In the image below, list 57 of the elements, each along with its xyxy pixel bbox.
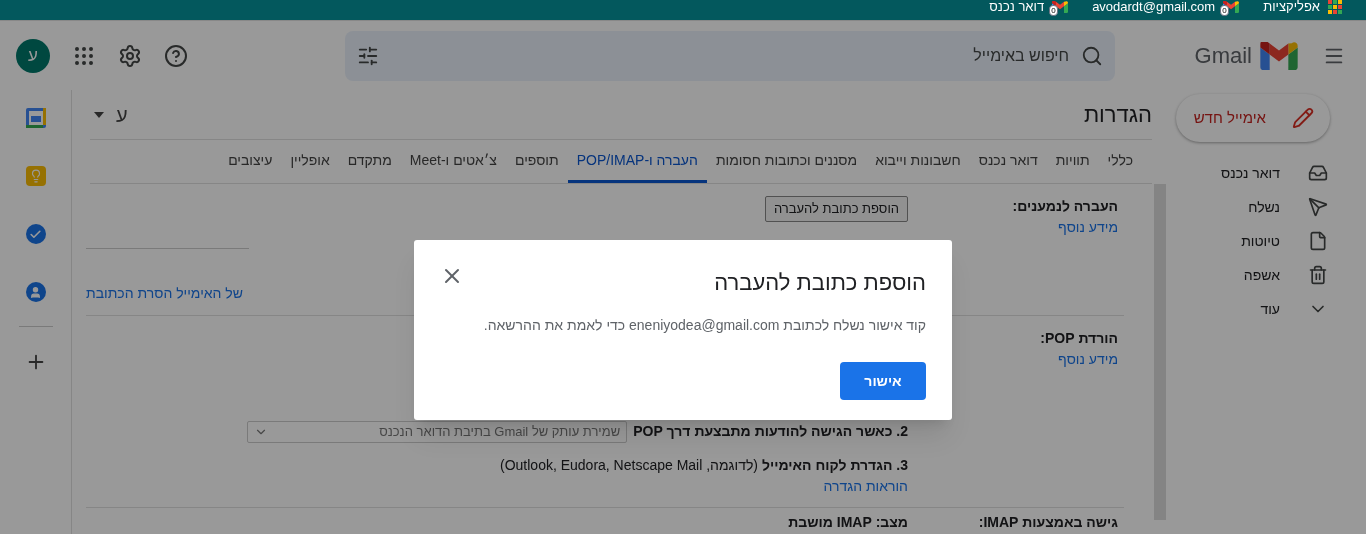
section-label: העברה לנמענים: [1011, 197, 1118, 216]
inbox-icon [1308, 163, 1328, 183]
caret-icon[interactable] [94, 111, 104, 118]
bookmark-link[interactable]: דואר נכנס [989, 0, 1045, 14]
imap-status: מצב: IMAP מושבת [788, 513, 908, 530]
nav-item[interactable]: טיוטות [1166, 224, 1366, 258]
gmail-logo-icon [1260, 41, 1298, 70]
dialog-message: קוד אישור נשלח לכתובת eneniyodea@gmail.com כדי לאמת את ההרשאה. [482, 316, 926, 335]
settings-tab[interactable]: תוויות [1046, 140, 1099, 183]
confirm-button[interactable]: אישור [840, 362, 926, 400]
trash-icon [1308, 265, 1328, 285]
settings-icon[interactable] [118, 43, 142, 68]
input-tool-label[interactable]: ע [116, 99, 128, 130]
nav-item[interactable]: דואר נכנס [1166, 156, 1366, 190]
settings-tab[interactable]: עיצובים [219, 140, 282, 183]
nav-item[interactable]: נשלח [1166, 190, 1366, 224]
bookmark-link[interactable]: אפליקציות [1263, 0, 1320, 14]
email-client-note: (לדוגמה, Outlook, Eudora, Netscape Mail) [500, 455, 758, 475]
send-icon [1308, 197, 1328, 217]
settings-tab[interactable]: העברה ו-POP/IMAP [567, 140, 707, 183]
unread-badge: 0 [1049, 5, 1058, 16]
compose-button[interactable]: אימייל חדש [1176, 94, 1330, 142]
search-field[interactable]: חיפוש באימייל [345, 30, 1115, 81]
add-forwarding-button[interactable]: הוספת כתובת להעברה [764, 196, 908, 222]
product-name: Gmail [1194, 42, 1252, 70]
settings-tab[interactable]: חשבונות וייבוא [866, 140, 970, 183]
settings-tab[interactable]: תוספים [505, 140, 568, 183]
settings-tab[interactable]: דואר נכנס [969, 140, 1047, 183]
pop-action-select[interactable]: שמירת עותק של Gmail בתיבת הדואר הנכנס [247, 420, 628, 443]
settings-tab[interactable]: מסננים וכתובות חסומות [706, 140, 867, 183]
section-label: גישה באמצעות IMAP: [978, 513, 1118, 530]
calendar-icon[interactable] [25, 108, 46, 128]
nav-item[interactable]: אשפה [1166, 258, 1366, 292]
unread-badge: 0 [1220, 5, 1229, 16]
search-icon[interactable] [1081, 44, 1103, 67]
settings-tab[interactable]: כללי [1098, 140, 1142, 183]
apps-grid-icon [1328, 0, 1342, 14]
contacts-icon[interactable] [25, 282, 46, 302]
learn-more-link[interactable]: מידע נוסף [912, 217, 1118, 238]
settings-tab[interactable]: צ׳אטים ו-Meet [400, 140, 506, 183]
tasks-icon[interactable] [25, 224, 46, 244]
pencil-icon [1292, 107, 1314, 129]
settings-title: הגדרות [1083, 101, 1152, 129]
filter-options-icon[interactable] [357, 44, 379, 67]
settings-tab[interactable]: מתקדם [338, 140, 401, 183]
nav-item[interactable]: עוד [1166, 292, 1366, 326]
settings-tab[interactable]: אופליין [281, 140, 339, 183]
file-icon [1308, 231, 1328, 251]
help-icon[interactable] [164, 43, 188, 68]
account-avatar[interactable]: ע [16, 38, 50, 73]
pop-step-text: 2. כאשר הגישה להודעות מתבצעת דרך POP [633, 422, 908, 441]
search-input[interactable]: חיפוש באימייל [391, 43, 1069, 68]
forwarding-link[interactable]: של האימייל הסרת הכתובת [86, 282, 243, 304]
setup-instructions-link[interactable]: הוראות הגדרה [823, 475, 908, 497]
pop-step-text: 3. הגדרת לקוח האימייל [762, 455, 908, 475]
bookmark-link[interactable]: avodardt@gmail.com [1092, 0, 1216, 14]
dialog-title: הוספת כתובת להעברה [714, 269, 926, 297]
